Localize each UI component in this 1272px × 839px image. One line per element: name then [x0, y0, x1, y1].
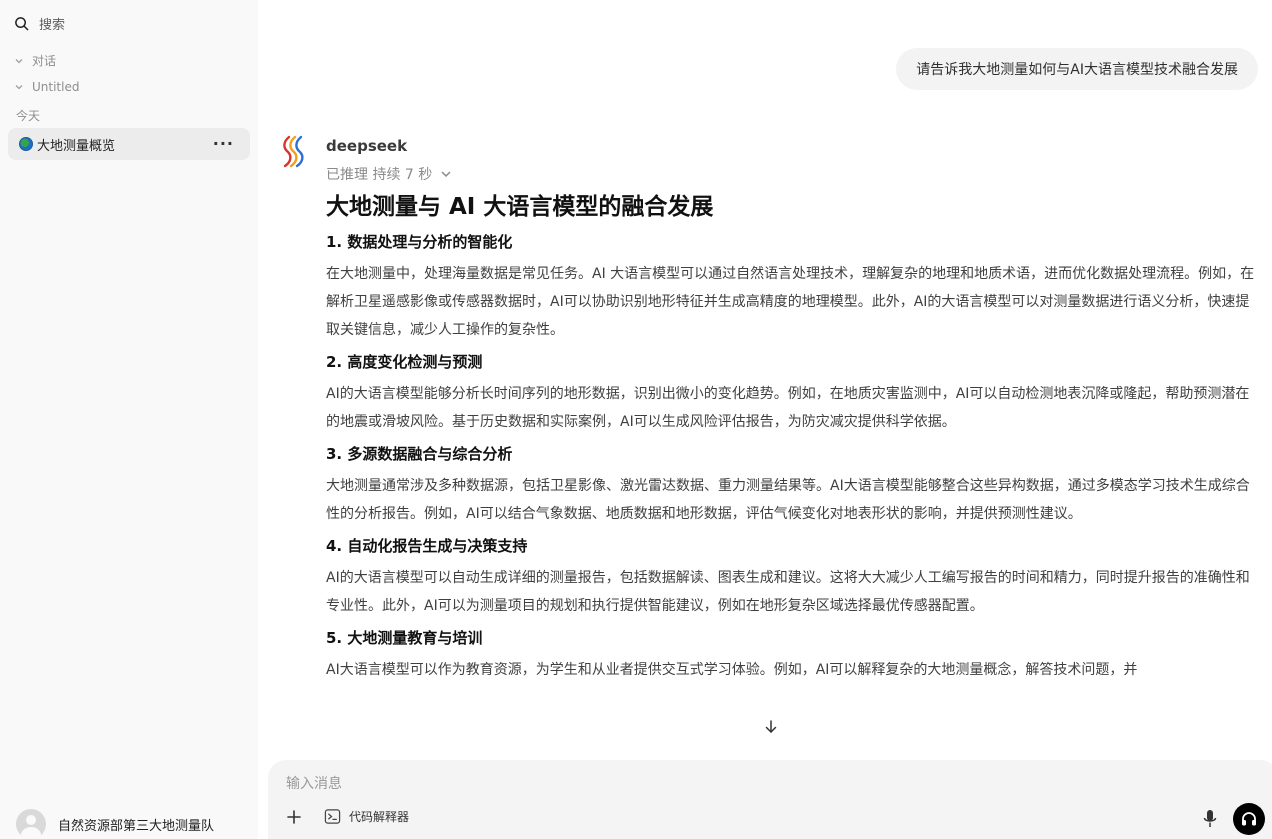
avatar — [16, 809, 46, 839]
response-title: 大地测量与 AI 大语言模型的融合发展 — [326, 194, 714, 220]
deepseek-logo-icon — [283, 135, 304, 168]
message-composer: 输入消息 代码解释器 — [268, 760, 1272, 839]
assistant-message-content: 大地测量与 AI 大语言模型的融合发展 1. 数据处理与分析的智能化 在大地测量… — [326, 190, 1260, 688]
sidebar-group-untitled[interactable]: Untitled — [14, 80, 79, 94]
assistant-name: deepseek — [326, 137, 408, 155]
search-label: 搜索 — [39, 17, 66, 33]
scroll-to-bottom-button[interactable] — [756, 712, 786, 742]
section-body: 在大地测量中，处理海量数据是常见任务。AI 大语言模型可以通过自然语言处理技术，… — [326, 266, 1255, 338]
sidebar-group-conversations[interactable]: 对话 — [14, 52, 56, 69]
section-body: AI的大语言模型可以自动生成详细的测量报告，包括数据解读、图表生成和建议。这将大… — [326, 570, 1250, 614]
sidebar: 搜索 对话 Untitled 今天 大地测量概览 ··· 自然资源部第三大地测量… — [0, 0, 258, 839]
chevron-down-icon — [15, 85, 23, 90]
globe-icon — [19, 137, 33, 151]
section-heading: 1. 数据处理与分析的智能化 — [326, 233, 513, 251]
group-label: 对话 — [32, 54, 57, 68]
conversation-title: 大地测量概览 — [37, 138, 116, 154]
tool-label: 代码解释器 — [349, 810, 410, 824]
voice-mode-button[interactable] — [1233, 803, 1265, 835]
message-input[interactable]: 输入消息 — [286, 773, 342, 793]
chevron-down-icon — [15, 58, 23, 63]
section-body: AI大语言模型可以作为教育资源，为学生和从业者提供交互式学习体验。例如，AI可以… — [326, 662, 1138, 678]
code-interpreter-button[interactable]: 代码解释器 — [324, 808, 409, 825]
user-profile[interactable]: 自然资源部第三大地测量队 — [16, 809, 214, 839]
search-icon — [15, 16, 29, 30]
more-options-button[interactable]: ··· — [213, 134, 234, 153]
section-heading: 5. 大地测量教育与培训 — [326, 629, 483, 647]
section-heading: 2. 高度变化检测与预测 — [326, 353, 483, 371]
chat-main: 请告诉我大地测量如何与AI大语言模型技术融合发展 deepseek 已推理 持续… — [258, 0, 1272, 839]
section-label-today: 今天 — [16, 109, 41, 123]
user-name: 自然资源部第三大地测量队 — [58, 818, 215, 834]
reasoning-toggle[interactable]: 已推理 持续 7 秒 — [326, 164, 452, 184]
microphone-icon[interactable] — [1201, 808, 1219, 830]
section-body: 大地测量通常涉及多种数据源，包括卫星影像、激光雷达数据、重力测量结果等。AI大语… — [326, 478, 1250, 522]
chevron-down-icon — [441, 171, 451, 178]
section-body: AI的大语言模型能够分析长时间序列的地形数据，识别出微小的变化趋势。例如，在地质… — [326, 386, 1250, 430]
reasoning-status: 已推理 持续 7 秒 — [326, 167, 433, 183]
content-fade — [258, 742, 1272, 760]
terminal-icon — [324, 809, 341, 824]
headphones-icon — [1242, 812, 1256, 826]
section-heading: 3. 多源数据融合与综合分析 — [326, 445, 513, 463]
sidebar-item-active-conversation[interactable]: 大地测量概览 ··· — [8, 128, 250, 160]
section-heading: 4. 自动化报告生成与决策支持 — [326, 537, 528, 555]
plus-icon[interactable] — [284, 807, 304, 827]
sidebar-search[interactable]: 搜索 — [14, 12, 65, 34]
user-message-bubble: 请告诉我大地测量如何与AI大语言模型技术融合发展 — [896, 48, 1258, 90]
group-label: Untitled — [32, 80, 80, 94]
arrow-down-icon — [765, 720, 777, 733]
